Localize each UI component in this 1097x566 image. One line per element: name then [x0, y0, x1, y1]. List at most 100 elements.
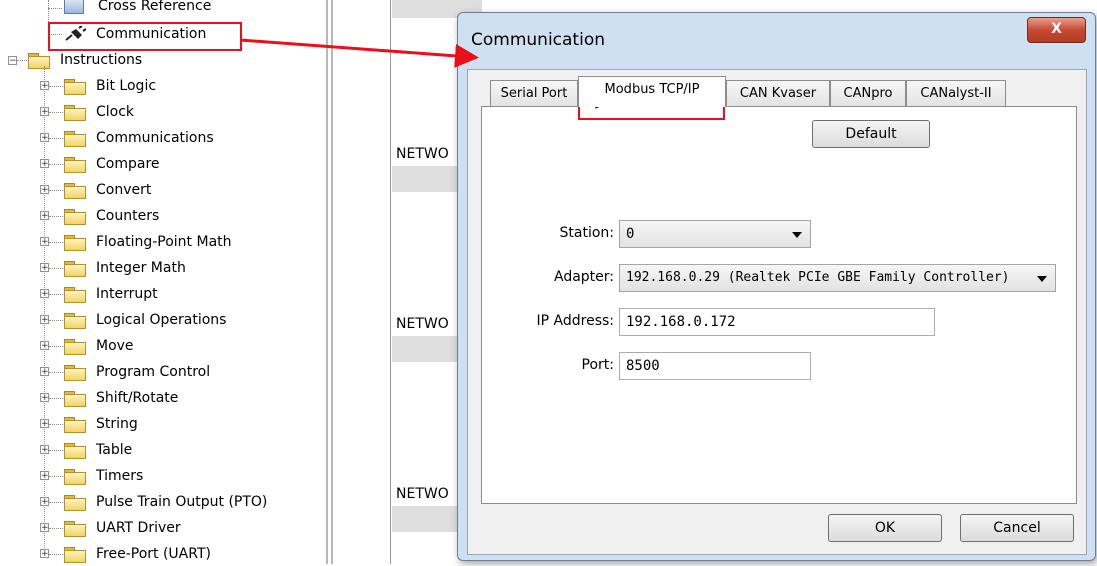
- tree-connector: [49, 190, 63, 191]
- folder-icon: [64, 338, 86, 355]
- port-field[interactable]: 8500: [619, 352, 811, 380]
- expand-icon[interactable]: +: [40, 237, 49, 247]
- folder-icon: [64, 312, 86, 329]
- expand-icon[interactable]: +: [40, 133, 49, 143]
- folder-icon: [64, 468, 86, 485]
- tree-item-label: Clock: [96, 104, 135, 120]
- tree-item[interactable]: UART Driver: [64, 516, 181, 540]
- tree-connector: [49, 502, 63, 503]
- expand-icon[interactable]: +: [40, 107, 49, 117]
- tree-item[interactable]: Convert: [64, 178, 151, 202]
- close-button[interactable]: X: [1027, 17, 1086, 43]
- adapter-label: Adapter:: [553, 269, 614, 285]
- expand-icon[interactable]: +: [40, 419, 49, 429]
- expand-icon[interactable]: +: [40, 523, 49, 533]
- ip-address-field[interactable]: 192.168.0.172: [619, 308, 935, 336]
- highlight-box: [48, 22, 242, 51]
- expand-icon[interactable]: +: [40, 393, 49, 403]
- tree-item[interactable]: Pulse Train Output (PTO): [64, 490, 267, 514]
- folder-icon: [64, 104, 86, 121]
- tree-connector: [49, 86, 63, 87]
- tree-item-label: Shift/Rotate: [96, 390, 179, 406]
- tree-item-label: Program Control: [96, 364, 211, 380]
- tree-item[interactable]: Shift/Rotate: [64, 386, 178, 410]
- dialog-title: Communication: [471, 30, 605, 50]
- tree-connector: [49, 476, 63, 477]
- folder-icon: [64, 156, 86, 173]
- tree-item[interactable]: Floating-Point Math: [64, 230, 232, 254]
- tree-connector: [49, 138, 63, 139]
- expand-icon[interactable]: +: [40, 81, 49, 91]
- port-label: Port:: [581, 357, 614, 373]
- tab-serial-port[interactable]: Serial Port: [490, 80, 578, 106]
- tree-connector: [49, 450, 63, 451]
- tree-item-label: Counters: [96, 208, 160, 224]
- tab-modbus-tcp-ip[interactable]: Modbus TCP/IP: [578, 76, 726, 107]
- tree-item[interactable]: Bit Logic: [64, 74, 156, 98]
- ip-address-label: IP Address:: [536, 313, 615, 329]
- expand-icon[interactable]: +: [40, 445, 49, 455]
- tree-item[interactable]: Table: [64, 438, 132, 462]
- ok-button[interactable]: OK: [828, 514, 942, 542]
- tree-item-label: Compare: [96, 156, 160, 172]
- tree-item-label: Communications: [96, 130, 214, 146]
- folder-icon: [64, 364, 86, 381]
- tree-item[interactable]: String: [64, 412, 138, 436]
- expand-icon[interactable]: +: [40, 185, 49, 195]
- tree-item[interactable]: Logical Operations: [64, 308, 226, 332]
- cancel-button[interactable]: Cancel: [960, 514, 1074, 542]
- station-select[interactable]: 0: [619, 220, 811, 248]
- tree-connector: [49, 112, 63, 113]
- tree-item-label: Cross Reference: [98, 0, 212, 14]
- tree-item[interactable]: Interrupt: [64, 282, 158, 306]
- collapse-icon[interactable]: −: [8, 56, 17, 66]
- folder-icon: [64, 390, 86, 407]
- tree-item-label: Bit Logic: [96, 78, 157, 94]
- tree-item-label: Logical Operations: [96, 312, 227, 328]
- tab-label: CAN Kvaser: [739, 86, 817, 101]
- chevron-down-icon: [1037, 276, 1047, 282]
- tree-item-label: Timers: [96, 468, 144, 484]
- tree-item-label: Move: [96, 338, 134, 354]
- tab-canpro[interactable]: CANpro: [830, 80, 906, 106]
- tree-connector: [49, 554, 63, 555]
- expand-icon[interactable]: +: [40, 211, 49, 221]
- tree-connector: [49, 372, 63, 373]
- tree-item[interactable]: Communications: [64, 126, 214, 150]
- tree-item[interactable]: Free-Port (UART): [64, 542, 211, 566]
- pane-splitter[interactable]: [322, 0, 336, 564]
- tree-item-label: Floating-Point Math: [96, 234, 232, 250]
- tree-item[interactable]: Compare: [64, 152, 160, 176]
- expand-icon[interactable]: +: [40, 367, 49, 377]
- tree-item[interactable]: Move: [64, 334, 134, 358]
- close-icon: X: [1051, 21, 1062, 37]
- tab-label: Serial Port: [500, 86, 568, 101]
- expand-icon[interactable]: +: [40, 315, 49, 325]
- tree-item-instructions[interactable]: Instructions: [28, 48, 142, 72]
- tree-item-label: Convert: [96, 182, 152, 198]
- tree-item[interactable]: Integer Math: [64, 256, 186, 280]
- expand-icon[interactable]: +: [40, 289, 49, 299]
- expand-icon[interactable]: +: [40, 471, 49, 481]
- tree-item[interactable]: Counters: [64, 204, 159, 228]
- chevron-down-icon: [792, 232, 802, 238]
- tree-item[interactable]: Program Control: [64, 360, 210, 384]
- adapter-select[interactable]: 192.168.0.29 (Realtek PCIe GBE Family Co…: [619, 264, 1056, 292]
- expand-icon[interactable]: +: [40, 341, 49, 351]
- expand-icon[interactable]: +: [40, 263, 49, 273]
- tree-item[interactable]: Timers: [64, 464, 143, 488]
- tab-can-kvaser[interactable]: CAN Kvaser: [726, 80, 830, 106]
- tree-item-label: Table: [96, 442, 133, 458]
- tab-canalyst-ii[interactable]: CANalyst-II: [906, 80, 1006, 106]
- folder-icon: [64, 130, 86, 147]
- tree-item-label: Interrupt: [96, 286, 158, 302]
- expand-icon[interactable]: +: [40, 549, 49, 559]
- default-button[interactable]: Default: [812, 120, 930, 148]
- tree-item[interactable]: Clock: [64, 100, 134, 124]
- tab-label: Modbus TCP/IP: [604, 82, 700, 97]
- tree-item-cross-reference[interactable]: Cross Reference: [64, 0, 211, 18]
- dialog-body: Serial Port Modbus TCP/IP CAN Kvaser CAN…: [467, 69, 1087, 555]
- expand-icon[interactable]: +: [40, 497, 49, 507]
- expand-icon[interactable]: +: [40, 159, 49, 169]
- tree-connector: [49, 528, 63, 529]
